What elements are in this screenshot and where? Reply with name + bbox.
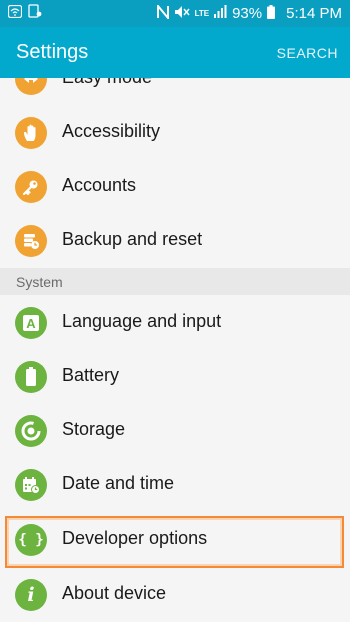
- battery-status-icon: [267, 4, 276, 23]
- signal-icon: [214, 5, 227, 22]
- status-right: LTE 93% 5:14 PM: [156, 2, 342, 23]
- settings-item-date-and-time[interactable]: Date and time: [0, 458, 350, 512]
- storage-icon: [15, 415, 47, 447]
- settings-item-label: Accounts: [62, 175, 137, 195]
- language-icon: A: [15, 307, 47, 339]
- settings-item-language-and-input[interactable]: A Language and input: [0, 296, 350, 350]
- settings-item-label: Backup and reset: [62, 229, 203, 249]
- search-button[interactable]: SEARCH: [277, 45, 338, 61]
- settings-item-label: About device: [62, 583, 167, 603]
- settings-item-backup-and-reset[interactable]: Backup and reset: [0, 214, 350, 268]
- settings-item-battery[interactable]: Battery: [0, 350, 350, 404]
- mute-icon: [174, 5, 190, 23]
- calendar-icon: [15, 469, 47, 501]
- notification-icon: [28, 4, 42, 23]
- settings-item-label: Battery: [62, 365, 120, 385]
- settings-item-label: Date and time: [62, 473, 175, 493]
- language-glyph: A: [23, 315, 39, 331]
- wifi-icon: [7, 4, 23, 23]
- settings-item-label: Language and input: [62, 311, 222, 331]
- settings-item-accounts[interactable]: Accounts: [0, 160, 350, 214]
- info-glyph: i: [27, 584, 35, 606]
- braces-icon: { }: [15, 524, 47, 556]
- settings-item-label: Storage: [62, 419, 126, 439]
- braces-glyph: { }: [18, 532, 44, 548]
- section-header-system: System: [0, 268, 350, 295]
- settings-item-developer-options[interactable]: { } Developer options: [0, 513, 350, 567]
- section-header-label: System: [16, 273, 63, 290]
- settings-item-about-device[interactable]: i About device: [0, 568, 350, 622]
- battery-percent: 93%: [232, 5, 263, 22]
- backup-icon: [15, 225, 47, 257]
- app-bar: Settings SEARCH: [0, 27, 350, 78]
- status-left: [7, 4, 42, 23]
- settings-item-label: Developer options: [62, 528, 208, 548]
- page-title: Settings: [16, 41, 89, 63]
- hand-icon: [15, 117, 47, 149]
- settings-item-accessibility[interactable]: Accessibility: [0, 106, 350, 160]
- battery-icon: [15, 361, 47, 393]
- info-icon: i: [15, 579, 47, 611]
- clock: 5:14 PM: [286, 5, 342, 22]
- lte-indicator: LTE: [194, 8, 210, 18]
- nfc-icon: [156, 2, 169, 23]
- status-bar: LTE 93% 5:14 PM: [0, 0, 350, 27]
- settings-item-label: Accessibility: [62, 121, 161, 141]
- key-icon: [15, 171, 47, 203]
- settings-item-storage[interactable]: Storage: [0, 404, 350, 458]
